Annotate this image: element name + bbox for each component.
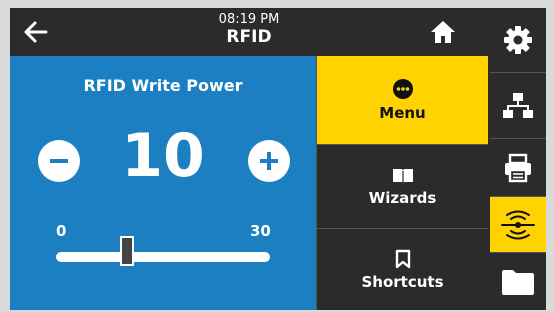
wizards-button-label: Wizards bbox=[368, 188, 437, 207]
sidebar-item-rfid[interactable] bbox=[490, 196, 546, 252]
printer-icon bbox=[505, 153, 531, 182]
sidebar-item-printer[interactable] bbox=[490, 138, 546, 196]
shortcuts-button[interactable]: Shortcuts bbox=[316, 228, 488, 310]
dots-circle-icon bbox=[392, 79, 413, 99]
slider-max-label: 30 bbox=[250, 222, 271, 240]
decrease-button[interactable] bbox=[38, 140, 80, 182]
rfid-icon bbox=[501, 210, 535, 239]
gear-icon bbox=[504, 26, 532, 54]
wizards-button[interactable]: Wizards bbox=[316, 144, 488, 228]
menu-button[interactable]: Menu bbox=[316, 56, 488, 144]
sidebar-item-settings[interactable] bbox=[490, 8, 546, 72]
header: 08:19 PM RFID bbox=[10, 8, 488, 56]
increase-button[interactable] bbox=[248, 140, 290, 182]
header-title-block: 08:19 PM RFID bbox=[10, 12, 488, 47]
folder-icon bbox=[502, 269, 534, 295]
home-icon[interactable] bbox=[430, 20, 456, 44]
rfid-write-power-panel: RFID Write Power 10 0 30 bbox=[10, 56, 316, 310]
network-icon bbox=[503, 92, 533, 118]
book-icon bbox=[392, 168, 413, 184]
sidebar bbox=[488, 8, 546, 310]
printer-screen: 08:19 PM RFID RFID Write Power 10 0 30 M… bbox=[10, 8, 546, 310]
bookmark-icon bbox=[395, 249, 410, 268]
menu-button-label: Menu bbox=[379, 104, 426, 122]
setting-label: RFID Write Power bbox=[83, 76, 243, 95]
slider-track[interactable] bbox=[56, 252, 270, 262]
slider-thumb[interactable] bbox=[120, 236, 135, 266]
clock-time: 08:19 PM bbox=[218, 12, 280, 27]
sidebar-item-folder[interactable] bbox=[490, 252, 546, 310]
navigation-menu: Menu Wizards Shortcuts bbox=[316, 56, 488, 310]
slider-min-label: 0 bbox=[56, 222, 67, 240]
sidebar-item-network[interactable] bbox=[490, 72, 546, 138]
page-title: RFID bbox=[226, 27, 272, 47]
shortcuts-button-label: Shortcuts bbox=[361, 272, 444, 291]
setting-value: 10 bbox=[121, 121, 205, 191]
